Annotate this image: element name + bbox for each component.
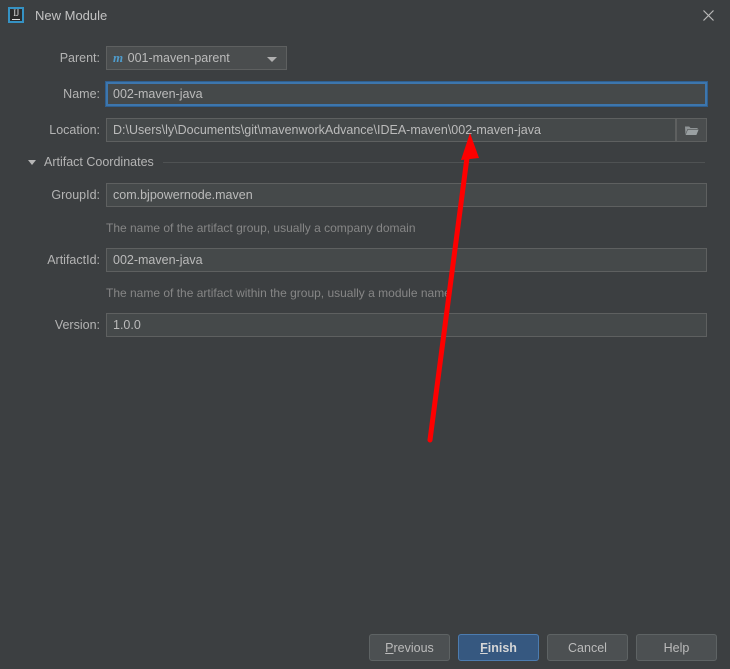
location-input[interactable]: D:\Users\ly\Documents\git\mavenworkAdvan… bbox=[106, 118, 676, 142]
location-row: Location: D:\Users\ly\Documents\git\mave… bbox=[0, 118, 730, 142]
group-id-row: GroupId: com.bjpowernode.maven bbox=[0, 183, 730, 207]
artifact-id-hint: The name of the artifact within the grou… bbox=[106, 286, 451, 300]
folder-icon bbox=[685, 126, 699, 135]
new-module-form: Parent: m 001-maven-parent Name: 002-mav… bbox=[0, 30, 730, 610]
section-divider bbox=[162, 161, 705, 163]
parent-row: Parent: m 001-maven-parent bbox=[0, 46, 730, 70]
group-id-label: GroupId: bbox=[51, 188, 100, 202]
artifact-coordinates-section-header[interactable]: Artifact Coordinates bbox=[0, 152, 730, 172]
finish-button-mnemonic: F bbox=[480, 640, 488, 655]
parent-selected-value: 001-maven-parent bbox=[127, 51, 230, 65]
version-label: Version: bbox=[54, 318, 100, 332]
dialog-button-bar: Previous Finish Cancel Help bbox=[0, 620, 730, 669]
artifact-id-label: ArtifactId: bbox=[47, 253, 100, 267]
group-id-hint: The name of the artifact group, usually … bbox=[106, 221, 416, 235]
dialog-title: New Module bbox=[35, 7, 108, 23]
intellij-idea-icon: IJ bbox=[8, 7, 24, 23]
location-label: Location: bbox=[49, 123, 100, 137]
previous-button[interactable]: Previous bbox=[369, 634, 450, 661]
cancel-button[interactable]: Cancel bbox=[547, 634, 628, 661]
close-icon[interactable] bbox=[686, 0, 730, 30]
name-input[interactable]: 002-maven-java bbox=[105, 81, 708, 107]
artifact-id-row: ArtifactId: 002-maven-java bbox=[0, 248, 730, 272]
finish-button[interactable]: Finish bbox=[458, 634, 539, 661]
parent-combobox[interactable]: m 001-maven-parent bbox=[106, 46, 287, 70]
name-label: Name: bbox=[63, 87, 100, 101]
parent-label: Parent: bbox=[59, 51, 100, 65]
intellij-idea-icon-glyph: IJ bbox=[13, 8, 19, 18]
artifact-id-input[interactable]: 002-maven-java bbox=[106, 248, 707, 272]
name-row: Name: 002-maven-java bbox=[0, 81, 730, 107]
artifact-coordinates-label: Artifact Coordinates bbox=[44, 155, 154, 169]
chevron-down-icon[interactable] bbox=[28, 159, 36, 165]
group-id-input[interactable]: com.bjpowernode.maven bbox=[106, 183, 707, 207]
finish-button-label: inish bbox=[487, 640, 517, 655]
previous-button-label: revious bbox=[393, 640, 434, 655]
version-row: Version: 1.0.0 bbox=[0, 313, 730, 337]
maven-module-icon: m bbox=[113, 50, 123, 65]
version-input[interactable]: 1.0.0 bbox=[106, 313, 707, 337]
chevron-down-icon[interactable] bbox=[267, 57, 277, 62]
dialog-titlebar: IJ New Module bbox=[0, 0, 730, 30]
previous-button-mnemonic: P bbox=[385, 640, 394, 655]
help-button[interactable]: Help bbox=[636, 634, 717, 661]
intellij-idea-icon-underbar bbox=[12, 19, 20, 20]
browse-location-button[interactable] bbox=[676, 118, 707, 142]
